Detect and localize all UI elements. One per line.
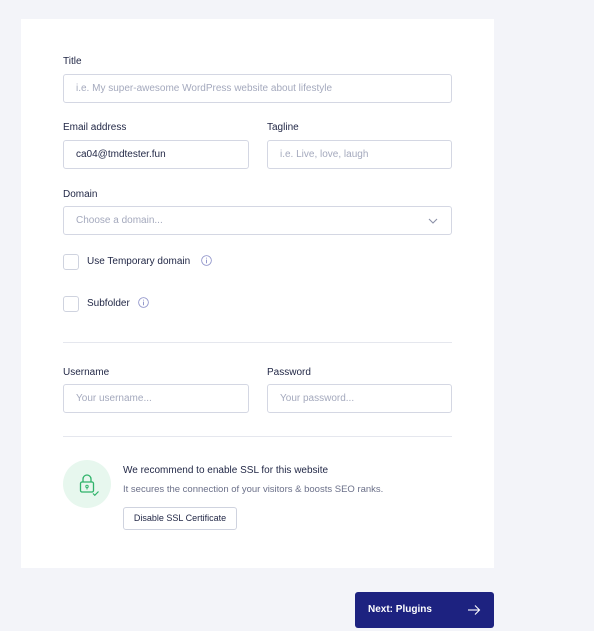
temporary-domain-label: Use Temporary domain: [87, 256, 191, 267]
tagline-input[interactable]: i.e. Live, love, laugh: [267, 140, 452, 169]
info-icon[interactable]: [201, 255, 212, 266]
title-input[interactable]: i.e. My super-awesome WordPress website …: [63, 74, 452, 103]
password-input[interactable]: Your password...: [267, 384, 452, 413]
subfolder-label: Subfolder: [87, 298, 130, 309]
divider: [63, 342, 452, 343]
next-button-label: Next: Plugins: [368, 604, 432, 615]
domain-select[interactable]: Choose a domain...: [63, 206, 452, 235]
subfolder-checkbox[interactable]: [63, 296, 79, 312]
domain-label: Domain: [63, 189, 98, 200]
arrow-right-icon: [468, 605, 481, 615]
domain-select-value: Choose a domain...: [76, 215, 163, 226]
chevron-down-icon: [428, 218, 438, 224]
tagline-label: Tagline: [267, 122, 299, 133]
divider: [63, 436, 452, 437]
lock-check-icon: [79, 474, 99, 497]
disable-ssl-button[interactable]: Disable SSL Certificate: [123, 507, 237, 530]
email-input[interactable]: ca04@tmdtester.fun: [63, 140, 249, 169]
username-label: Username: [63, 367, 110, 378]
password-label: Password: [267, 367, 311, 378]
info-icon[interactable]: [138, 297, 149, 308]
temporary-domain-checkbox[interactable]: [63, 254, 79, 270]
ssl-recommendation-text: It secures the connection of your visito…: [123, 484, 384, 495]
title-label: Title: [63, 56, 82, 67]
email-label: Email address: [63, 122, 127, 133]
next-plugins-button[interactable]: Next: Plugins: [355, 592, 494, 628]
ssl-recommendation-title: We recommend to enable SSL for this webs…: [123, 465, 329, 476]
site-settings-card: Title i.e. My super-awesome WordPress we…: [21, 19, 494, 568]
ssl-icon-badge: [63, 460, 111, 508]
username-input[interactable]: Your username...: [63, 384, 249, 413]
